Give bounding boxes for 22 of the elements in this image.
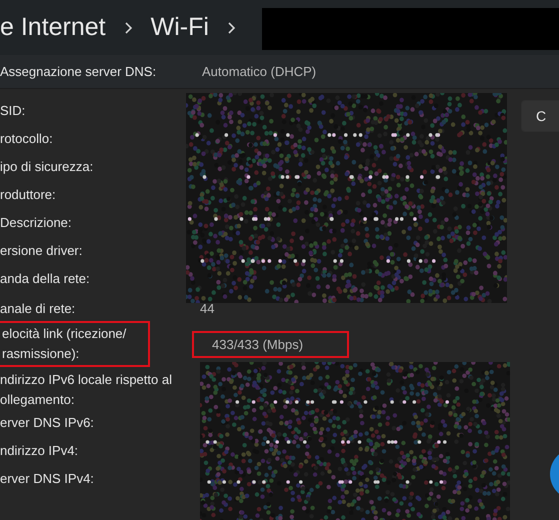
chevron-icon [226,20,236,34]
property-label: elocità link (ricezione/ rasmissione): [0,321,150,367]
property-label: Descrizione: [0,214,73,232]
property-label: erver DNS IPv6: [0,414,95,432]
breadcrumb-item[interactable]: Wi-Fi [150,13,209,42]
breadcrumb-item[interactable]: e Internet [0,13,106,42]
property-label: ndirizzo IPv4: [0,442,80,460]
chevron-icon [124,20,133,34]
side-button[interactable]: C [521,100,559,132]
property-label: ersione driver: [0,242,84,260]
property-label: anale di rete: [0,300,76,318]
property-value: 433/433 (Mbps) [192,330,349,358]
property-label: rotocollo: [0,130,54,148]
property-value: 44 [199,301,214,316]
property-label: ndirizzo IPv6 locale rispetto al ollegamento: [0,371,173,409]
property-value: Automatico (DHCP) [202,64,316,79]
property-label: roduttore: [0,186,57,204]
property-label: ipo di sicurezza: [0,158,94,176]
property-label: erver DNS IPv4: [0,470,95,488]
property-label: anda della rete: [0,270,91,288]
property-label: Assegnazione server DNS: [0,64,158,79]
property-label: SID: [0,102,26,120]
